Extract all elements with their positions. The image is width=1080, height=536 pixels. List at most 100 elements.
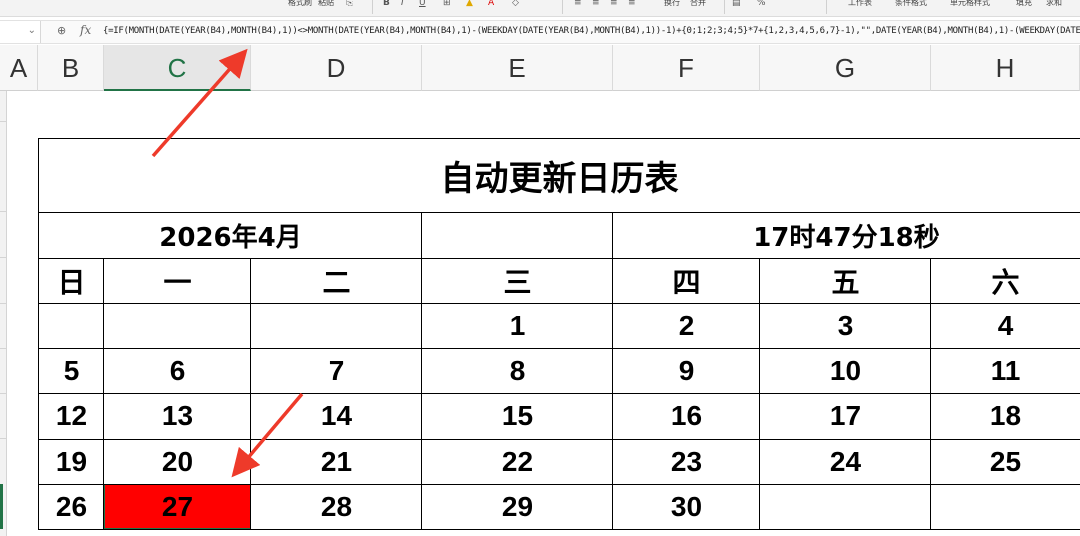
weekday-header-wed[interactable]: 三 (422, 258, 613, 303)
grid-line (38, 393, 1080, 394)
empty-day-cell[interactable] (104, 303, 251, 348)
calendar-day[interactable]: 18 (931, 393, 1080, 439)
calendar-day[interactable]: 28 (251, 484, 422, 529)
column-header-a[interactable]: A (0, 45, 38, 91)
calendar-day[interactable]: 12 (39, 393, 104, 439)
align-center-icon[interactable]: ≡ (592, 0, 600, 8)
column-header-g[interactable]: G (760, 45, 931, 91)
calendar-day[interactable]: 9 (613, 348, 760, 393)
calendar-day[interactable]: 11 (931, 348, 1080, 393)
empty-day-cell[interactable] (39, 303, 104, 348)
cell-style-button[interactable]: 单元格样式 (950, 0, 990, 8)
calendar-title[interactable]: 自动更新日历表 (39, 139, 1080, 212)
calendar-day[interactable]: 3 (760, 303, 931, 348)
grid-line (250, 258, 251, 529)
grid-line (38, 484, 1080, 485)
column-header-b[interactable]: B (38, 45, 104, 91)
empty-day-cell[interactable] (760, 484, 931, 529)
bold-button[interactable]: B (383, 0, 390, 8)
weekday-header-thu[interactable]: 四 (613, 258, 760, 303)
percent-button[interactable]: % (757, 0, 766, 8)
grid-line (38, 138, 1080, 139)
calendar-day[interactable]: 10 (760, 348, 931, 393)
calendar-day[interactable]: 25 (931, 439, 1080, 484)
weekday-header-mon[interactable]: 一 (104, 258, 251, 303)
grid-line (930, 258, 931, 529)
number-format-icon[interactable]: ▤ (732, 0, 741, 8)
paste-button[interactable]: 粘贴 (318, 0, 334, 8)
empty-day-cell[interactable] (251, 303, 422, 348)
align-left-icon[interactable]: ≡ (574, 0, 582, 8)
calendar-day-today[interactable]: 27 (104, 484, 251, 529)
toolbar-ribbon: 格式刷 粘贴 ⎘ B I U ⊞ ▲ A ◇ ≡ ≡ ≡ ≡ 换行 合并 ▤ %… (0, 0, 1080, 17)
grid-line (612, 212, 613, 258)
italic-button[interactable]: I (401, 0, 404, 8)
conditional-format-button[interactable]: 条件格式 (895, 0, 927, 8)
clipboard-icon[interactable]: ⎘ (346, 0, 353, 8)
calendar-day[interactable]: 20 (104, 439, 251, 484)
zoom-icon[interactable]: ⊕ (57, 24, 66, 37)
weekday-header-sun[interactable]: 日 (39, 258, 104, 303)
sum-button[interactable]: 求和 (1046, 0, 1062, 8)
grid-line (103, 258, 104, 529)
font-color-icon[interactable]: A (488, 0, 494, 8)
grid-line (759, 258, 760, 529)
grid-line (38, 348, 1080, 349)
column-header-c[interactable]: C (104, 45, 251, 91)
month-label[interactable]: 2026年4月 (39, 212, 422, 258)
wrap-button[interactable]: 换行 (664, 0, 680, 8)
empty-day-cell[interactable] (931, 484, 1080, 529)
grid-line (38, 303, 1080, 304)
calendar-day[interactable]: 2 (613, 303, 760, 348)
clear-format-icon[interactable]: ◇ (512, 0, 519, 8)
merge-button[interactable]: 合并 (690, 0, 706, 8)
weekday-header-sat[interactable]: 六 (931, 258, 1080, 303)
column-header-h[interactable]: H (931, 45, 1080, 91)
fill-button[interactable]: 填充 (1016, 0, 1032, 8)
calendar-day[interactable]: 15 (422, 393, 613, 439)
format-brush-button[interactable]: 格式刷 (288, 0, 312, 8)
calendar-day[interactable]: 22 (422, 439, 613, 484)
fill-color-icon[interactable]: ▲ (466, 0, 473, 8)
calendar-day[interactable]: 1 (422, 303, 613, 348)
formula-input[interactable]: {=IF(MONTH(DATE(YEAR(B4),MONTH(B4),1))<>… (103, 26, 1080, 36)
calendar-day[interactable]: 13 (104, 393, 251, 439)
border-icon[interactable]: ⊞ (443, 0, 451, 8)
grid-line (421, 212, 422, 258)
grid-line (38, 258, 1080, 259)
weekday-header-tue[interactable]: 二 (251, 258, 422, 303)
fx-icon[interactable]: fx (80, 23, 91, 37)
empty-cell[interactable] (422, 212, 613, 258)
calendar-day[interactable]: 23 (613, 439, 760, 484)
calendar-day[interactable]: 19 (39, 439, 104, 484)
column-header-e[interactable]: E (422, 45, 613, 91)
calendar-day[interactable]: 30 (613, 484, 760, 529)
align-justify-icon[interactable]: ≡ (628, 0, 636, 8)
calendar-day[interactable]: 7 (251, 348, 422, 393)
column-header-d[interactable]: D (251, 45, 422, 91)
calendar-day[interactable]: 5 (39, 348, 104, 393)
time-label[interactable]: 17时47分18秒 (613, 212, 1080, 258)
grid-line (421, 258, 422, 529)
calendar-day[interactable]: 21 (251, 439, 422, 484)
calendar-day[interactable]: 24 (760, 439, 931, 484)
calendar-day[interactable]: 16 (613, 393, 760, 439)
grid-line (38, 439, 1080, 440)
worksheet-button[interactable]: 工作表 (848, 0, 872, 8)
calendar-day[interactable]: 4 (931, 303, 1080, 348)
calendar-day[interactable]: 14 (251, 393, 422, 439)
name-box[interactable]: ⌄ (0, 21, 41, 43)
weekday-header-fri[interactable]: 五 (760, 258, 931, 303)
grid-line (38, 138, 39, 530)
chevron-down-icon[interactable]: ⌄ (28, 25, 36, 36)
grid-line (612, 258, 613, 529)
calendar-day[interactable]: 17 (760, 393, 931, 439)
align-right-icon[interactable]: ≡ (610, 0, 618, 8)
column-header-f[interactable]: F (613, 45, 760, 91)
row-header-strip[interactable] (0, 91, 7, 536)
calendar-day[interactable]: 8 (422, 348, 613, 393)
calendar-day[interactable]: 29 (422, 484, 613, 529)
calendar-day[interactable]: 26 (39, 484, 104, 529)
calendar-day[interactable]: 6 (104, 348, 251, 393)
underline-button[interactable]: U (419, 0, 426, 8)
